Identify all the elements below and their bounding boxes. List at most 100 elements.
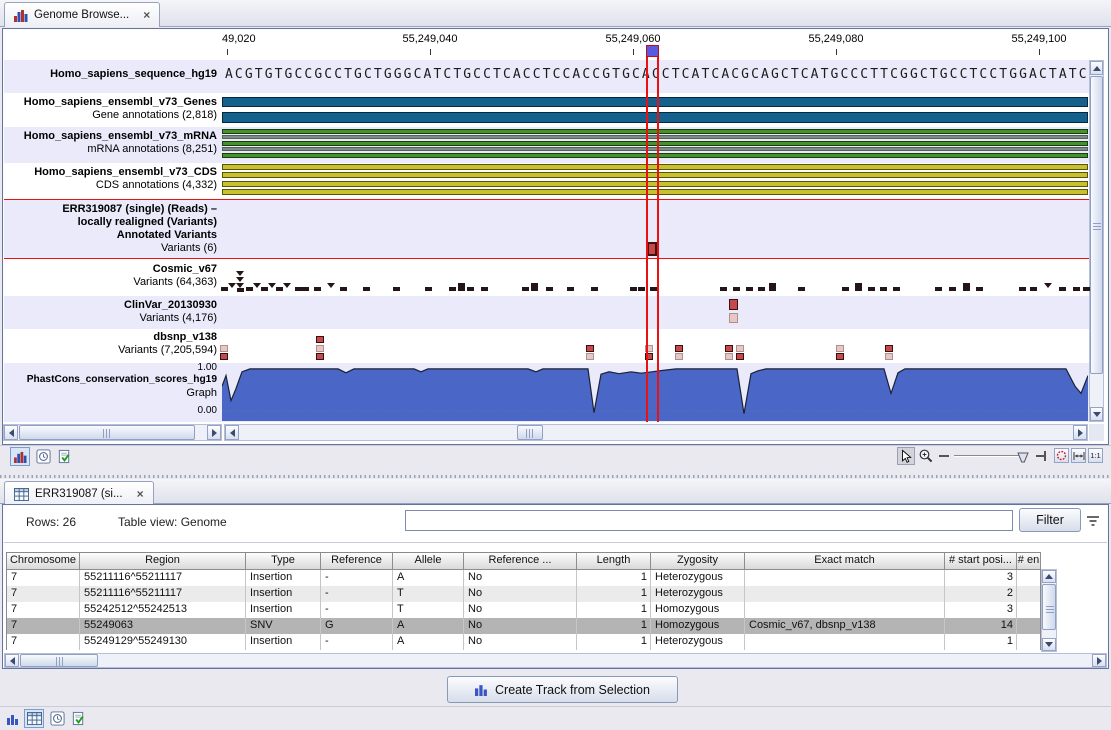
- scroll-up-button[interactable]: [1090, 61, 1103, 75]
- dbsnp-variant-marker[interactable]: [736, 345, 744, 352]
- track-area-hscrollbar[interactable]: [224, 424, 1088, 441]
- scroll-up-button[interactable]: [1042, 570, 1056, 583]
- cosmic-variant-marker[interactable]: [393, 287, 400, 291]
- cosmic-variant-marker[interactable]: [546, 287, 553, 291]
- clinvar-variant-marker[interactable]: [729, 299, 738, 310]
- dbsnp-variant-marker[interactable]: [836, 353, 844, 360]
- genome-vscrollbar[interactable]: [1089, 60, 1104, 422]
- dbsnp-variant-marker[interactable]: [220, 345, 228, 352]
- cosmic-variant-marker[interactable]: [758, 287, 765, 291]
- selection-mode-button[interactable]: [897, 447, 915, 465]
- cds-annotation-bar[interactable]: [222, 189, 1088, 195]
- table-view-mode-button[interactable]: [24, 709, 44, 728]
- cds-annotation-bar[interactable]: [222, 181, 1088, 187]
- cds-annotation-bar[interactable]: [222, 172, 1088, 178]
- cosmic-variant-marker[interactable]: [363, 287, 370, 291]
- cosmic-variant-marker[interactable]: [340, 287, 347, 291]
- dbsnp-variant-marker[interactable]: [885, 345, 893, 352]
- dbsnp-variant-marker[interactable]: [586, 345, 594, 352]
- cosmic-variant-marker[interactable]: [295, 287, 302, 291]
- cosmic-variant-marker[interactable]: [276, 287, 283, 291]
- cosmic-variant-marker[interactable]: [246, 287, 253, 291]
- column-header--start-posi-[interactable]: # start posi...: [945, 553, 1017, 570]
- mrna-annotation-bar[interactable]: [222, 147, 1088, 151]
- label-panel-hscrollbar[interactable]: [3, 424, 222, 441]
- cosmic-variant-marker[interactable]: [880, 287, 887, 291]
- cosmic-variant-marker[interactable]: [798, 287, 805, 291]
- column-header-type[interactable]: Type: [246, 553, 321, 570]
- scrollbar-thumb[interactable]: [517, 425, 543, 440]
- cosmic-variant-marker[interactable]: [327, 283, 335, 288]
- scroll-right-button[interactable]: [1073, 425, 1087, 440]
- err-variant-marker[interactable]: [647, 242, 657, 256]
- cosmic-variant-marker[interactable]: [531, 283, 538, 291]
- track-view-mode-button[interactable]: [5, 711, 21, 727]
- table-row[interactable]: 755211116^55211117Insertion-TNo1Heterozy…: [7, 586, 1040, 602]
- scroll-left-button[interactable]: [5, 654, 19, 667]
- cosmic-variant-marker[interactable]: [481, 287, 488, 291]
- cosmic-variant-marker[interactable]: [253, 283, 261, 288]
- cosmic-variant-marker[interactable]: [425, 287, 432, 291]
- cosmic-variant-marker[interactable]: [228, 283, 236, 288]
- zoom-100-button[interactable]: 1:1: [1088, 448, 1103, 463]
- scroll-down-button[interactable]: [1090, 407, 1103, 421]
- cosmic-variant-marker[interactable]: [1030, 287, 1037, 291]
- cosmic-variant-marker[interactable]: [935, 287, 942, 291]
- element-info-button[interactable]: [70, 710, 87, 727]
- cosmic-variant-marker[interactable]: [893, 287, 900, 291]
- scroll-right-button[interactable]: [207, 425, 221, 440]
- scroll-left-button[interactable]: [4, 425, 18, 440]
- close-icon[interactable]: ×: [143, 8, 150, 22]
- cosmic-variant-marker[interactable]: [458, 283, 465, 291]
- mrna-annotation-bar[interactable]: [222, 135, 1088, 139]
- cosmic-variant-marker[interactable]: [976, 287, 983, 291]
- cosmic-variant-marker[interactable]: [746, 287, 753, 291]
- cosmic-variant-marker[interactable]: [1044, 283, 1052, 288]
- cosmic-variant-marker[interactable]: [842, 287, 849, 291]
- cosmic-variant-marker[interactable]: [261, 287, 268, 291]
- position-marker[interactable]: [646, 45, 659, 57]
- tab-genome-browser[interactable]: Genome Browse... ×: [4, 2, 160, 27]
- cosmic-variant-marker[interactable]: [1059, 287, 1066, 291]
- tab-variant-table[interactable]: ERR319087 (si... ×: [4, 481, 154, 506]
- column-header-region[interactable]: Region: [80, 553, 246, 570]
- scroll-left-button[interactable]: [225, 425, 239, 440]
- dbsnp-variant-marker[interactable]: [836, 345, 844, 352]
- dbsnp-variant-marker[interactable]: [885, 353, 893, 360]
- column-header-reference-[interactable]: Reference ...: [464, 553, 577, 570]
- clinvar-variant-marker[interactable]: [729, 313, 738, 323]
- scrollbar-thumb[interactable]: [20, 654, 98, 667]
- table-row[interactable]: 755249063SNVGANo1HomozygousCosmic_v67, d…: [7, 618, 1040, 634]
- cosmic-variant-marker[interactable]: [283, 283, 291, 288]
- cosmic-variant-marker[interactable]: [467, 287, 474, 291]
- column-header-length[interactable]: Length: [577, 553, 651, 570]
- zoom-to-selection-button[interactable]: [1054, 448, 1069, 463]
- cosmic-variant-marker[interactable]: [1073, 287, 1080, 291]
- cosmic-variant-marker[interactable]: [949, 287, 956, 291]
- dbsnp-variant-marker[interactable]: [586, 353, 594, 360]
- history-view-button[interactable]: [49, 710, 66, 727]
- table-filter-input[interactable]: [405, 510, 1013, 531]
- cosmic-variant-marker[interactable]: [650, 287, 657, 291]
- cosmic-variant-marker[interactable]: [268, 283, 276, 288]
- column-header-exact-match[interactable]: Exact match: [745, 553, 945, 570]
- dbsnp-variant-marker[interactable]: [675, 345, 683, 352]
- cosmic-variant-marker[interactable]: [237, 288, 244, 292]
- table-hscrollbar[interactable]: [4, 653, 1107, 668]
- cds-annotation-bar[interactable]: [222, 164, 1088, 170]
- mrna-annotation-bar[interactable]: [222, 153, 1088, 158]
- dbsnp-variant-marker[interactable]: [316, 336, 324, 343]
- table-vscrollbar[interactable]: [1041, 569, 1057, 652]
- create-track-button[interactable]: Create Track from Selection: [447, 676, 678, 703]
- cosmic-variant-marker[interactable]: [630, 287, 637, 291]
- mrna-annotation-bar[interactable]: [222, 129, 1088, 134]
- history-view-button[interactable]: [35, 448, 52, 465]
- dbsnp-variant-marker[interactable]: [725, 353, 733, 360]
- scroll-down-button[interactable]: [1042, 638, 1056, 651]
- cosmic-variant-marker[interactable]: [449, 287, 456, 291]
- advanced-filter-icon[interactable]: [1085, 514, 1101, 532]
- dbsnp-variant-marker[interactable]: [316, 353, 324, 360]
- gene-annotation-bar[interactable]: [222, 112, 1088, 123]
- cosmic-variant-marker[interactable]: [567, 287, 574, 291]
- column-header--en[interactable]: # en: [1017, 553, 1041, 570]
